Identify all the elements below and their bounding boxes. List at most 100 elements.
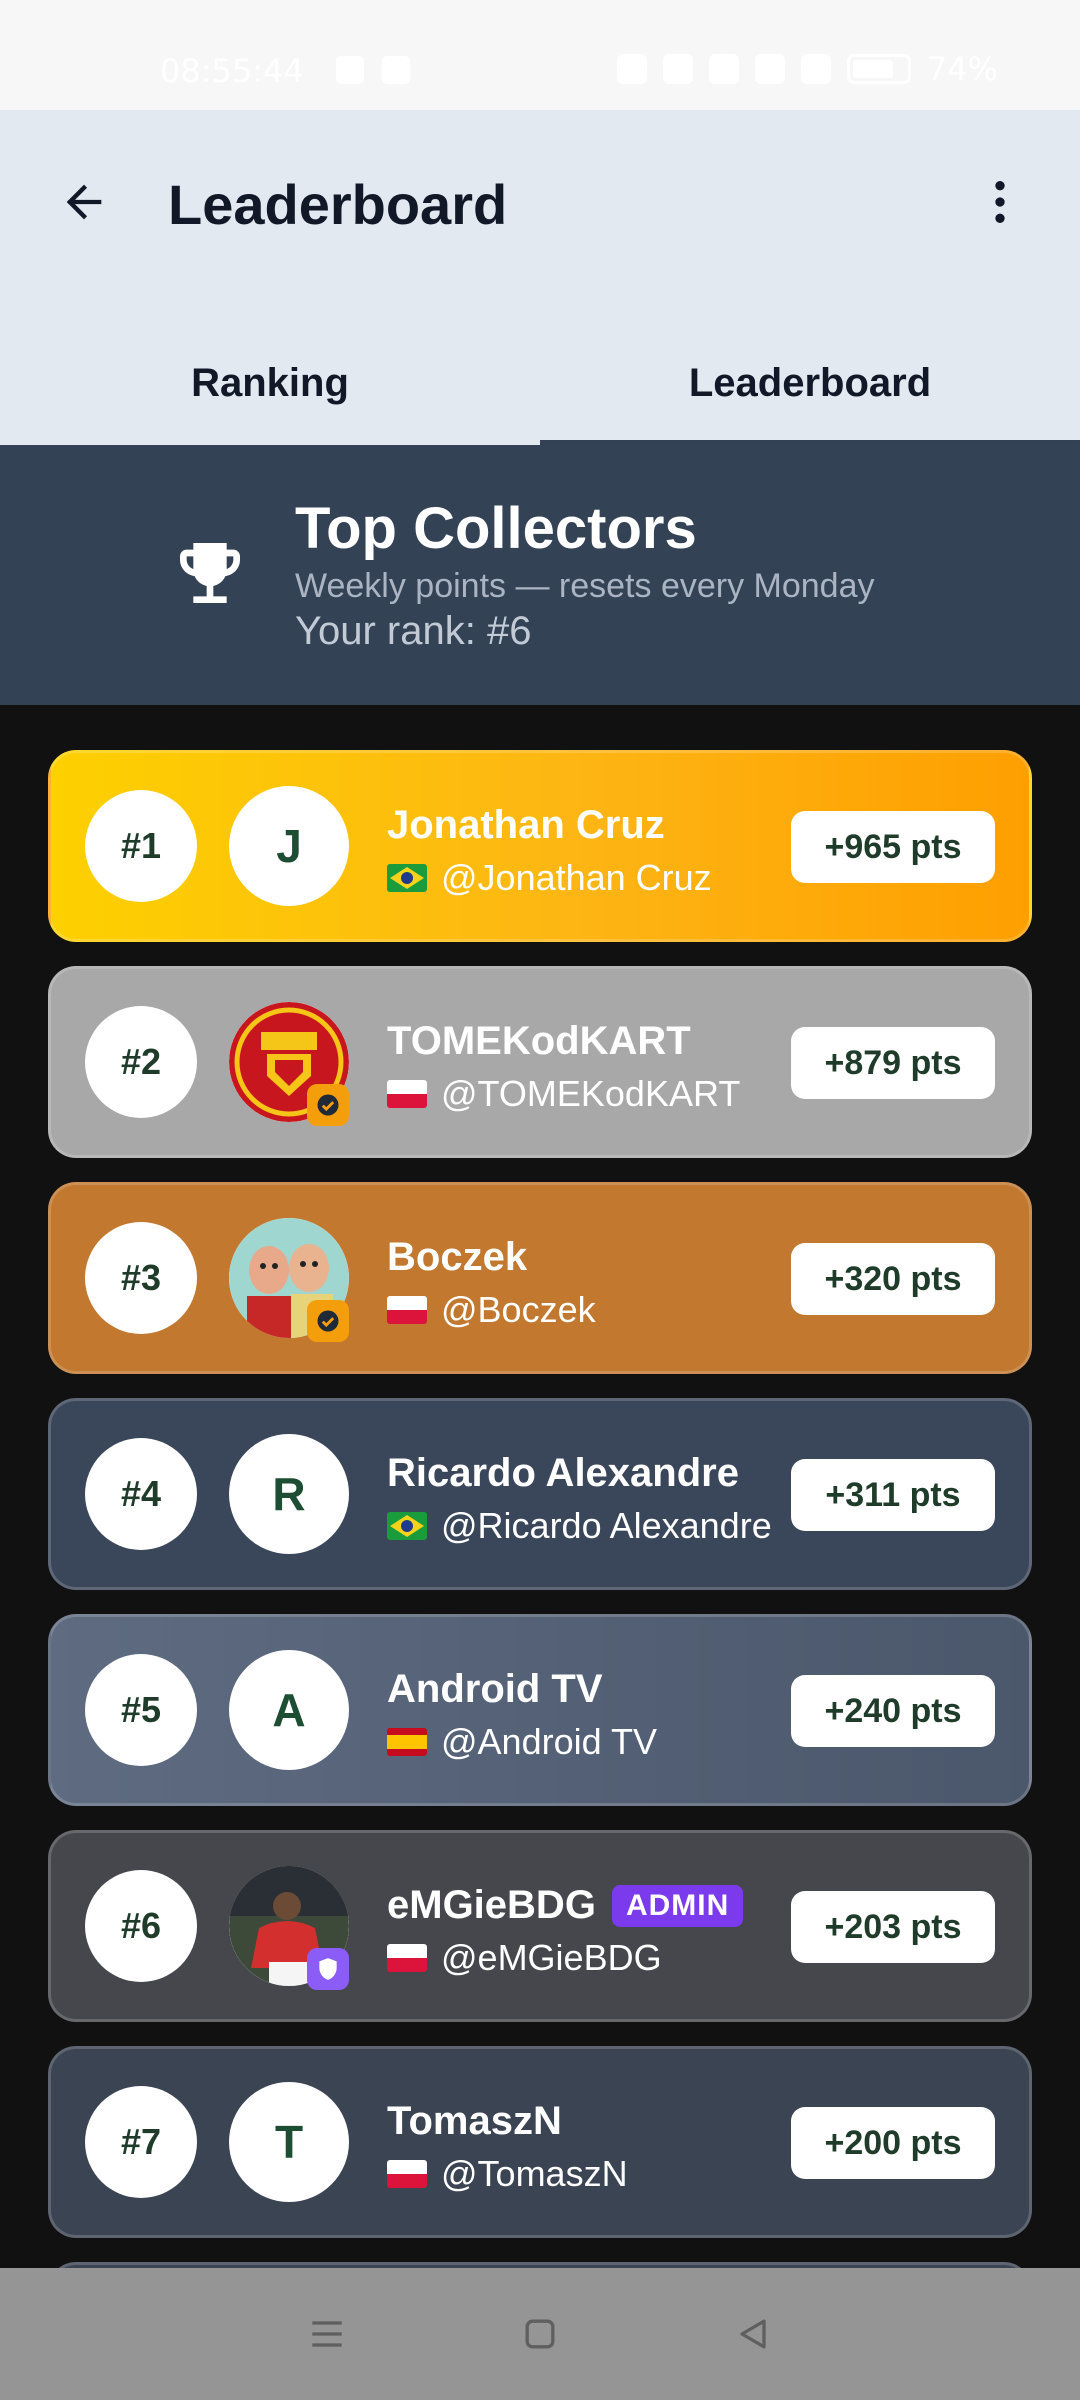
more-vert-icon (995, 181, 1005, 223)
shield-icon (307, 1948, 349, 1990)
user-name: eMGieBDG ADMIN (387, 1883, 744, 1928)
status-time: 08:55:44 (160, 52, 304, 90)
battery-icon (846, 54, 911, 84)
nfc-icon (616, 54, 647, 84)
poland-flag-icon (387, 1296, 427, 1324)
user-handle: @Boczek (441, 1289, 596, 1330)
nav-home-icon (525, 2319, 555, 2349)
nav-home-button[interactable] (510, 2304, 570, 2364)
banner-title: Top Collectors (295, 496, 697, 561)
rank-number: #3 (85, 1222, 197, 1334)
poland-flag-icon (387, 1080, 427, 1108)
verified-icon (307, 1300, 349, 1342)
spain-flag-icon (387, 1728, 427, 1756)
verified-icon (307, 1084, 349, 1126)
more-options-button[interactable] (970, 172, 1030, 232)
user-name: Boczek (387, 1235, 527, 1280)
user-name: Jonathan Cruz (387, 803, 665, 848)
system-nav-bar (0, 2268, 1080, 2400)
back-arrow-icon (66, 184, 102, 220)
user-name-text: Android TV (387, 1667, 603, 1711)
avatar: J (229, 786, 349, 906)
user-handle: @Jonathan Cruz (441, 857, 712, 898)
brazil-flag-icon (387, 864, 427, 892)
user-name-text: Boczek (387, 1235, 528, 1279)
points-badge: +320 pts (791, 1243, 995, 1315)
page-title: Leaderboard (168, 173, 508, 236)
avatar: R (229, 1434, 349, 1554)
rank-number: #2 (85, 1006, 197, 1118)
tab-label: Ranking (191, 361, 349, 405)
leaderboard-row[interactable]: #4 R Ricardo Alexandre @Ricardo Alexandr… (48, 1398, 1032, 1590)
rank-number: #7 (85, 2086, 197, 2198)
user-handle: @Android TV (441, 1721, 657, 1762)
user-name-text: TOMEKodKART (387, 1019, 691, 1063)
nav-menu-icon (311, 2321, 342, 2347)
leaderboard-row[interactable]: #2 TOMEKodKART @TOMEKodKART +879 pts (48, 966, 1032, 1158)
status-indicators: 74% (616, 50, 998, 88)
user-name: TOMEKodKART (387, 1019, 691, 1064)
user-handle: @TOMEKodKART (441, 1073, 741, 1114)
user-handle-line: @Jonathan Cruz (387, 857, 712, 899)
admin-badge: ADMIN (611, 1884, 744, 1927)
battery-percent: 74% (926, 50, 998, 88)
user-name: TomaszN (387, 2099, 562, 2144)
tab-ranking[interactable]: Ranking (0, 330, 540, 445)
user-handle-line: @Android TV (387, 1721, 657, 1763)
poland-flag-icon (387, 2160, 427, 2188)
notification-icon (382, 56, 410, 84)
your-rank: Your rank: #6 (295, 609, 532, 653)
user-name-text: Ricardo Alexandre (387, 1451, 739, 1495)
status-notification-icons (336, 56, 410, 84)
user-handle: @TomaszN (441, 2153, 628, 2194)
status-bar: 08:55:44 74% (0, 0, 1080, 110)
nav-back-icon (740, 2319, 766, 2349)
banner-subtitle: Weekly points — resets every Monday (295, 567, 875, 605)
avatar: T (229, 2082, 349, 2202)
app-header: Leaderboard Ranking Leaderboard (0, 110, 1080, 445)
tab-leaderboard[interactable]: Leaderboard (540, 330, 1080, 445)
brazil-flag-icon (387, 1512, 427, 1540)
leaderboard-row[interactable]: #3 Boczek @Boczek +320 pts (48, 1182, 1032, 1374)
nav-back-button[interactable] (723, 2304, 783, 2364)
rank-number: #5 (85, 1654, 197, 1766)
points-badge: +311 pts (791, 1459, 995, 1531)
points-badge: +200 pts (791, 2107, 995, 2179)
user-name-text: Jonathan Cruz (387, 803, 665, 847)
user-name: Ricardo Alexandre (387, 1451, 739, 1496)
user-handle: @eMGieBDG (441, 1937, 662, 1978)
user-handle-line: @Ricardo Alexandre (387, 1505, 772, 1547)
tab-bar: Ranking Leaderboard (0, 330, 1080, 445)
leaderboard-row[interactable]: #7 T TomaszN @TomaszN +200 pts (48, 2046, 1032, 2238)
leaderboard-row[interactable]: #5 A Android TV @Android TV +240 pts (48, 1614, 1032, 1806)
user-handle-line: @Boczek (387, 1289, 596, 1331)
user-handle-line: @TomaszN (387, 2153, 628, 2195)
points-badge: +965 pts (791, 811, 995, 883)
leaderboard-row[interactable]: #1 J Jonathan Cruz @Jonathan Cruz +965 p… (48, 750, 1032, 942)
user-name-text: eMGieBDG (387, 1883, 596, 1927)
rank-number: #4 (85, 1438, 197, 1550)
signal-icon (800, 54, 831, 84)
points-badge: +203 pts (791, 1891, 995, 1963)
trophy-icon (180, 543, 240, 603)
rank-number: #6 (85, 1870, 197, 1982)
points-badge: +240 pts (791, 1675, 995, 1747)
rank-number: #1 (85, 790, 197, 902)
nav-menu-button[interactable] (297, 2304, 357, 2364)
notification-icon (336, 56, 364, 84)
user-name-text: TomaszN (387, 2099, 562, 2143)
user-handle: @Ricardo Alexandre (441, 1505, 772, 1546)
avatar: A (229, 1650, 349, 1770)
user-handle-line: @TOMEKodKART (387, 1073, 740, 1115)
poland-flag-icon (387, 1944, 427, 1972)
user-name: Android TV (387, 1667, 603, 1712)
data-icon (708, 54, 739, 84)
points-badge: +879 pts (791, 1027, 995, 1099)
tab-label: Leaderboard (688, 361, 932, 405)
top-collectors-banner: Top Collectors Weekly points — resets ev… (0, 445, 1080, 705)
leaderboard-row-current-user[interactable]: #6 eMGieBDG ADMIN @eMGieBDG +203 pts (48, 1830, 1032, 2022)
user-handle-line: @eMGieBDG (387, 1937, 662, 1979)
back-button[interactable] (50, 168, 118, 236)
alarm-icon (662, 54, 693, 84)
wifi-icon (754, 54, 785, 84)
